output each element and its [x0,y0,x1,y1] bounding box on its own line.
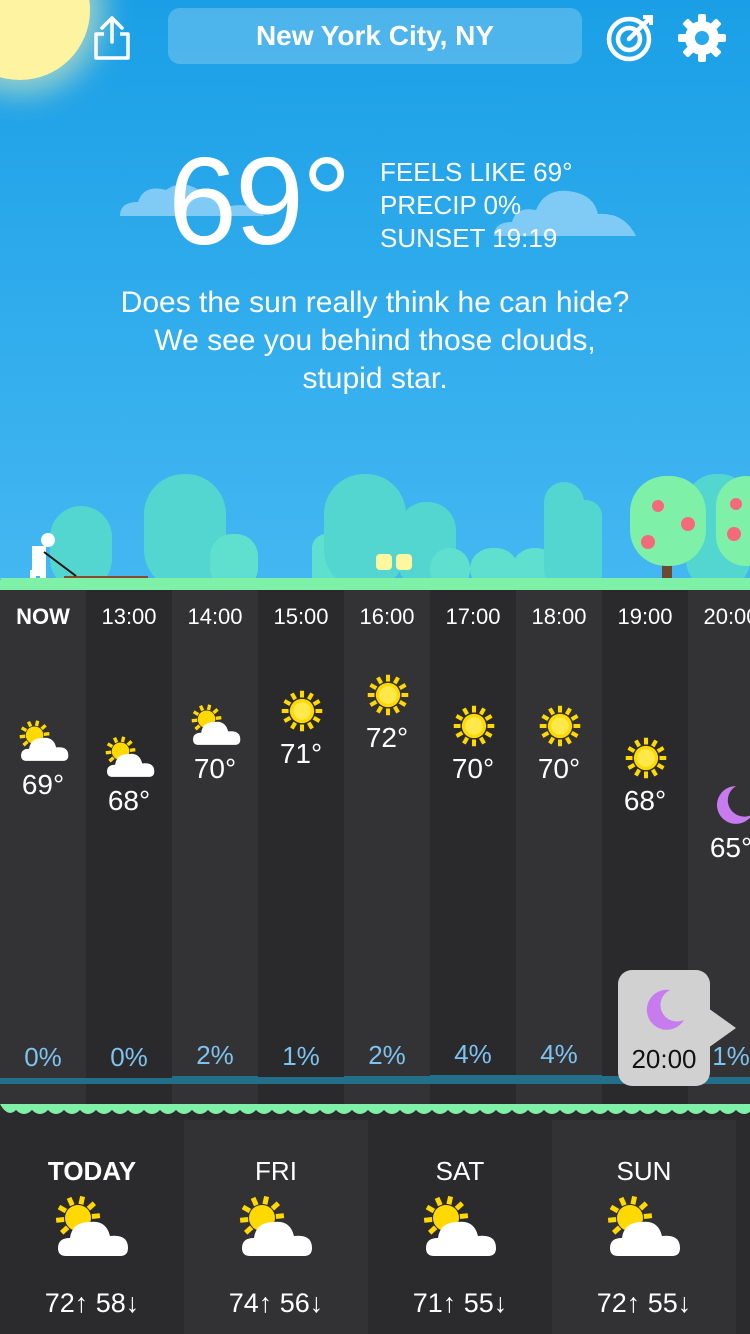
hour-time-label: NOW [16,604,70,629]
share-button[interactable] [84,10,140,66]
hour-column[interactable]: NOW 69° 0% [0,590,86,1110]
day-column[interactable]: SAT 71↑ 55↓ [368,1120,552,1334]
precip-bar [258,1077,344,1084]
weather-quip[interactable]: Does the sun really think he can hide? W… [40,284,710,398]
hour-column[interactable]: 17:00 70° 4% [430,590,516,1110]
day-high: 72↑ [596,1288,641,1318]
partly-cloudy-icon [105,736,155,777]
time-scrubber[interactable]: 20:00 [618,970,710,1086]
feels-like-label: FEELS LIKE 69° [380,157,573,187]
hour-temperature: 69° [21,769,65,801]
partly-cloudy-icon [55,1196,128,1256]
partly-cloudy-icon [423,1196,496,1256]
sun-icon [281,690,323,731]
location-label: New York City, NY [255,20,495,51]
hour-time-label: 14:00 [187,604,243,629]
hour-temperature: 70° [451,753,495,785]
grass-edge [0,578,750,588]
precip-bar [344,1076,430,1084]
hour-column[interactable]: 15:00 71° 1% [258,590,344,1110]
weather-hero: 69° FEELS LIKE 69° PRECIP 0% SUNSET 19:1… [0,0,750,600]
hour-precip: 2% [368,1040,406,1071]
sun-icon [625,737,667,779]
hour-precip: 1% [282,1041,320,1072]
day-high-low: 72↑ 55↓ [552,1288,736,1319]
scrubber-time: 20:00 [631,1044,697,1074]
location-selector[interactable]: New York City, NY [168,8,582,64]
target-icon [606,15,653,62]
day-column[interactable]: FRI 74↑ 56↓ [184,1120,368,1334]
grass-edge [0,1104,750,1114]
hour-column[interactable]: 14:00 70° 2% [172,590,258,1110]
day-low: 55↓ [456,1288,508,1318]
hour-time-label: 19:00 [617,604,673,629]
quip-line: We see you behind those clouds, [154,324,596,357]
hour-time-label: 13:00 [101,604,157,629]
share-icon [94,16,130,60]
day-name: FRI [255,1156,297,1186]
day-name: SUN [616,1156,672,1186]
hour-time-label: 18:00 [531,604,587,629]
precip-bar [0,1078,86,1084]
quip-line: stupid star. [302,362,448,395]
hour-temperature: 70° [537,753,581,785]
hour-temperature: 71° [279,737,323,769]
quip-line: Does the sun really think he can hide? [120,286,630,319]
hour-time-label: 20:00 [703,604,750,629]
day-name: SAT [435,1156,485,1186]
target-button[interactable] [602,10,658,66]
day-column[interactable]: SUN 72↑ 55↓ [552,1120,736,1334]
day-low: 56↓ [272,1288,324,1318]
scrubber-pointer [708,1008,736,1048]
hour-precip: 2% [196,1040,234,1071]
hour-time-label: 15:00 [273,604,329,629]
day-high-low: 74↑ 56↓ [184,1288,368,1319]
moon-icon [717,786,750,824]
hour-column[interactable]: 16:00 72° 2% [344,590,430,1110]
hour-temperature: 68° [107,784,151,816]
day-high: 71↑ [412,1288,457,1318]
day-low: 58↓ [88,1288,140,1318]
hour-column[interactable]: 13:00 68° 0% [86,590,172,1110]
partly-cloudy-icon [19,720,69,762]
day-column[interactable]: TODAY 72↑ 58↓ [0,1120,184,1334]
settings-button[interactable] [674,10,730,66]
day-high-low: 71↑ 55↓ [368,1288,552,1319]
hour-precip: 0% [110,1042,148,1072]
partly-cloudy-icon [607,1196,680,1256]
partly-cloudy-icon [191,704,241,746]
gear-icon [678,14,726,62]
precip-bar [172,1076,258,1084]
precip-bar [86,1078,172,1084]
hour-temperature: 72° [365,722,409,753]
precip-label: PRECIP 0% [380,190,522,220]
hour-temperature: 68° [623,784,667,816]
hour-temperature: 65° [709,832,750,863]
hour-column[interactable]: 18:00 70° 4% [516,590,602,1110]
sun-icon [367,674,409,716]
sun-icon [539,706,581,747]
current-temperature: 69° [168,133,352,271]
precip-bar [516,1074,602,1084]
day-high: 72↑ [44,1288,89,1318]
sun-illustration [0,0,90,80]
daily-forecast[interactable]: TODAY 72↑ 58↓ FRI 74↑ 56↓ SAT 71↑ 55↓ SUN 72↑ 5… [0,1110,750,1334]
hour-precip: 0% [24,1042,62,1072]
day-low: 55↓ [640,1288,692,1318]
hour-precip: 4% [454,1038,492,1069]
hour-time-label: 16:00 [359,604,415,629]
hour-time-label: 17:00 [445,604,501,629]
hour-temperature: 70° [193,753,237,785]
precip-bar [430,1074,516,1084]
moon-icon [646,989,684,1030]
partly-cloudy-icon [239,1196,312,1256]
day-high: 74↑ [228,1288,273,1318]
sunset-label: SUNSET 19:19 [380,223,558,253]
sun-icon [453,706,495,747]
day-name: TODAY [47,1156,137,1186]
day-high-low: 72↑ 58↓ [0,1288,184,1319]
hour-precip: 4% [540,1038,578,1069]
